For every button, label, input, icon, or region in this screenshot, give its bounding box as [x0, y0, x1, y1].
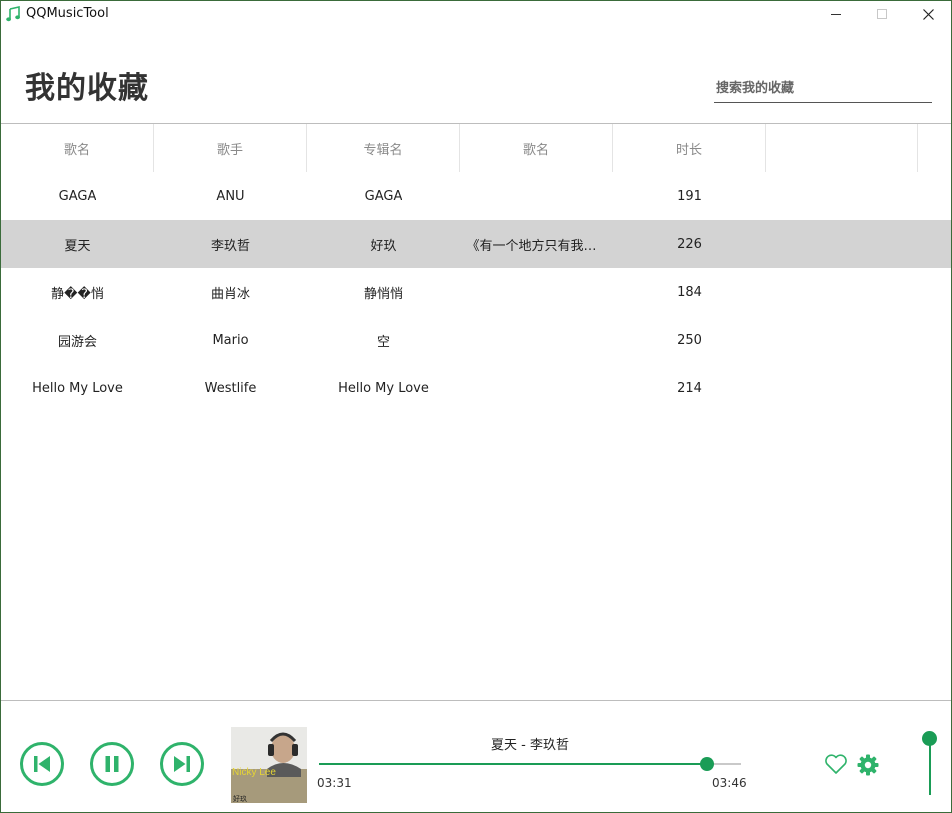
cell-text: 184 [677, 284, 702, 300]
cell-text: GAGA [58, 188, 97, 204]
cover-album-text: 好玖 [233, 794, 247, 803]
skip-previous-icon [34, 756, 50, 772]
cell-text: 《有一个地方只有我们知... [466, 238, 607, 254]
cell-artist: Westlife [154, 364, 307, 412]
cell-song-2 [460, 268, 613, 316]
cell-song: 夏天 [1, 220, 154, 268]
cell-text: Westlife [204, 380, 257, 396]
column-header-album[interactable]: 专辑名 [307, 124, 460, 172]
cell-song: GAGA [1, 172, 154, 220]
table-row[interactable]: 园游会 Mario 空 250 [1, 316, 951, 364]
cell-song: Hello My Love [1, 364, 154, 412]
progress-handle[interactable] [700, 757, 715, 771]
player-bar: Nicky Lee 好玖 夏天 - 李玖哲 03:31 03:46 [1, 700, 951, 812]
cell-album: 好玖 [307, 220, 460, 268]
app-window: QQMusicTool 我的收藏 歌名 歌手 专辑名 歌名 时长 GAGA AN… [0, 0, 952, 813]
maximize-button[interactable] [859, 1, 905, 27]
column-header-artist[interactable]: 歌手 [154, 124, 307, 172]
total-time: 03:46 [712, 776, 747, 790]
current-time: 03:31 [317, 776, 352, 790]
column-header-song-2[interactable]: 歌名 [460, 124, 613, 172]
next-button[interactable] [160, 742, 204, 786]
pause-button[interactable] [90, 742, 134, 786]
column-header-song[interactable]: 歌名 [1, 124, 154, 172]
favorites-table: 歌名 歌手 专辑名 歌名 时长 GAGA ANU GAGA 191 夏天 李玖哲… [1, 123, 951, 701]
cell-text: 夏天 [64, 238, 91, 254]
minimize-icon [831, 14, 841, 15]
title-bar: QQMusicTool [1, 1, 951, 27]
column-header-filler [918, 124, 950, 172]
volume-slider[interactable] [929, 738, 931, 795]
cell-artist: 曲肖冰 [154, 268, 307, 316]
pause-icon [105, 756, 119, 772]
close-icon [922, 8, 934, 20]
cell-artist: Mario [154, 316, 307, 364]
cell-text: 好玖 [370, 238, 397, 254]
cell-text: 空 [376, 334, 390, 350]
cell-song-2: 《有一个地方只有我们知... [460, 220, 613, 268]
progress-fill [319, 763, 708, 765]
column-header-empty[interactable] [766, 124, 918, 172]
cell-album: 静悄悄 [307, 268, 460, 316]
progress-slider[interactable] [319, 757, 741, 771]
cell-text: 250 [677, 332, 702, 348]
cell-text: GAGA [364, 188, 403, 204]
cell-text: ANU [216, 188, 245, 204]
table-row[interactable]: GAGA ANU GAGA 191 [1, 172, 951, 220]
cell-text: 214 [677, 380, 702, 396]
close-button[interactable] [905, 1, 951, 27]
cell-text: Hello My Love [32, 380, 123, 396]
cell-duration: 214 [613, 364, 766, 412]
cell-album: 空 [307, 316, 460, 364]
skip-next-icon [174, 756, 190, 772]
cell-artist: ANU [154, 172, 307, 220]
cell-text: 园游会 [57, 334, 97, 350]
cell-album: Hello My Love [307, 364, 460, 412]
search-input[interactable] [714, 77, 936, 100]
cell-duration: 184 [613, 268, 766, 316]
cell-song: 静��悄 [1, 268, 154, 316]
cell-text: Hello My Love [338, 380, 429, 396]
cell-text: 静悄悄 [363, 286, 403, 302]
now-playing-title: 夏天 - 李玖哲 [491, 738, 569, 753]
table-header: 歌名 歌手 专辑名 歌名 时长 [1, 124, 951, 172]
search-box [714, 77, 936, 103]
cell-duration: 250 [613, 316, 766, 364]
cell-artist: 李玖哲 [154, 220, 307, 268]
cell-song-2 [460, 316, 613, 364]
cell-duration: 191 [613, 172, 766, 220]
table-row[interactable]: Hello My Love Westlife Hello My Love 214 [1, 364, 951, 412]
cell-text: 191 [677, 188, 702, 204]
cell-text: Mario [212, 332, 249, 348]
cell-text: 静��悄 [51, 286, 104, 302]
gear-icon[interactable] [856, 753, 880, 777]
cell-song-2 [460, 364, 613, 412]
cover-artist-text: Nicky Lee [232, 767, 276, 778]
maximize-icon [877, 9, 887, 19]
cell-duration: 226 [613, 220, 766, 268]
cell-text: 226 [677, 236, 702, 252]
cell-album: GAGA [307, 172, 460, 220]
cell-text: 曲肖冰 [210, 286, 250, 302]
cell-text: 李玖哲 [210, 238, 250, 254]
music-note-icon [6, 6, 20, 22]
heart-icon[interactable] [824, 753, 848, 775]
previous-button[interactable] [20, 742, 64, 786]
cell-song-2 [460, 172, 613, 220]
window-title: QQMusicTool [26, 6, 109, 21]
table-row-selected[interactable]: 夏天 李玖哲 好玖 《有一个地方只有我们知... 226 [1, 220, 951, 268]
page-title: 我的收藏 [25, 71, 149, 106]
column-header-duration[interactable]: 时长 [613, 124, 766, 172]
minimize-button[interactable] [813, 1, 859, 27]
volume-handle[interactable] [922, 731, 937, 746]
cell-song: 园游会 [1, 316, 154, 364]
table-row[interactable]: 静��悄 曲肖冰 静悄悄 184 [1, 268, 951, 316]
album-cover[interactable]: Nicky Lee 好玖 [231, 727, 307, 803]
